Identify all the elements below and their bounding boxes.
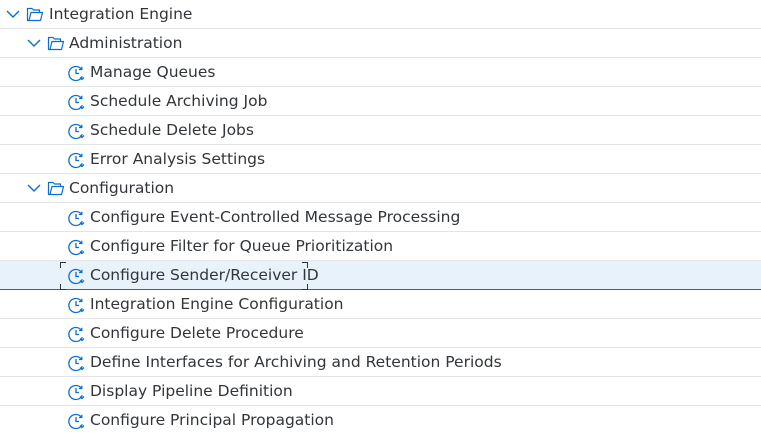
tree-item-schedule-delete-jobs[interactable]: Schedule Delete Jobs [0,116,761,145]
tree-item-configure-filter-for-queue-prioritization[interactable]: Configure Filter for Queue Prioritizatio… [0,232,761,261]
chevron-down-icon[interactable] [25,29,43,57]
tree-node-integration-engine[interactable]: Integration Engine [0,0,761,29]
transaction-icon [67,383,85,401]
chevron-down-icon[interactable] [25,174,43,202]
tree-item-label: Integration Engine Configuration [90,295,344,313]
tree-item-schedule-archiving-job[interactable]: Schedule Archiving Job [0,87,761,116]
tree-item-label: Manage Queues [90,63,216,81]
transaction-icon [67,209,85,227]
transaction-icon [67,93,85,111]
tree-node-label: Administration [69,34,183,52]
folder-open-icon [47,35,65,51]
tree-item-label: Configure Principal Propagation [90,411,334,429]
tree-item-configure-principal-propagation[interactable]: Configure Principal Propagation [0,406,761,435]
tree-item-configure-event-controlled-message-processing[interactable]: Configure Event-Controlled Message Proce… [0,203,761,232]
tree-item-configure-delete-procedure[interactable]: Configure Delete Procedure [0,319,761,348]
folder-open-icon [26,6,44,22]
tree-item-configure-sender-receiver-id[interactable]: Configure Sender/Receiver ID [0,261,761,290]
tree-item-label: Define Interfaces for Archiving and Rete… [90,353,502,371]
transaction-icon [67,325,85,343]
tree-item-integration-engine-configuration[interactable]: Integration Engine Configuration [0,290,761,319]
tree-node-administration[interactable]: Administration [0,29,761,58]
tree-node-configuration[interactable]: Configuration [0,174,761,203]
tree-item-error-analysis-settings[interactable]: Error Analysis Settings [0,145,761,174]
transaction-icon [67,64,85,82]
tree-item-manage-queues[interactable]: Manage Queues [0,58,761,87]
tree-item-label: Display Pipeline Definition [90,382,293,400]
transaction-icon [67,151,85,169]
navigation-tree: Integration Engine Administration Manage… [0,0,761,435]
transaction-icon [67,122,85,140]
transaction-icon [67,238,85,256]
tree-item-label: Configure Delete Procedure [90,324,304,342]
transaction-icon [67,354,85,372]
tree-item-label: Configure Sender/Receiver ID [90,266,319,284]
transaction-icon [67,412,85,430]
tree-item-label: Schedule Delete Jobs [90,121,254,139]
tree-item-label: Schedule Archiving Job [90,92,268,110]
tree-node-label: Configuration [69,179,175,197]
tree-item-label: Error Analysis Settings [90,150,266,168]
transaction-icon [67,267,85,285]
folder-open-icon [47,180,65,196]
tree-item-define-interfaces-for-archiving[interactable]: Define Interfaces for Archiving and Rete… [0,348,761,377]
chevron-down-icon[interactable] [4,0,22,28]
transaction-icon [67,296,85,314]
tree-node-label: Integration Engine [49,5,193,23]
tree-item-display-pipeline-definition[interactable]: Display Pipeline Definition [0,377,761,406]
tree-item-label: Configure Event-Controlled Message Proce… [90,208,461,226]
tree-item-label: Configure Filter for Queue Prioritizatio… [90,237,394,255]
